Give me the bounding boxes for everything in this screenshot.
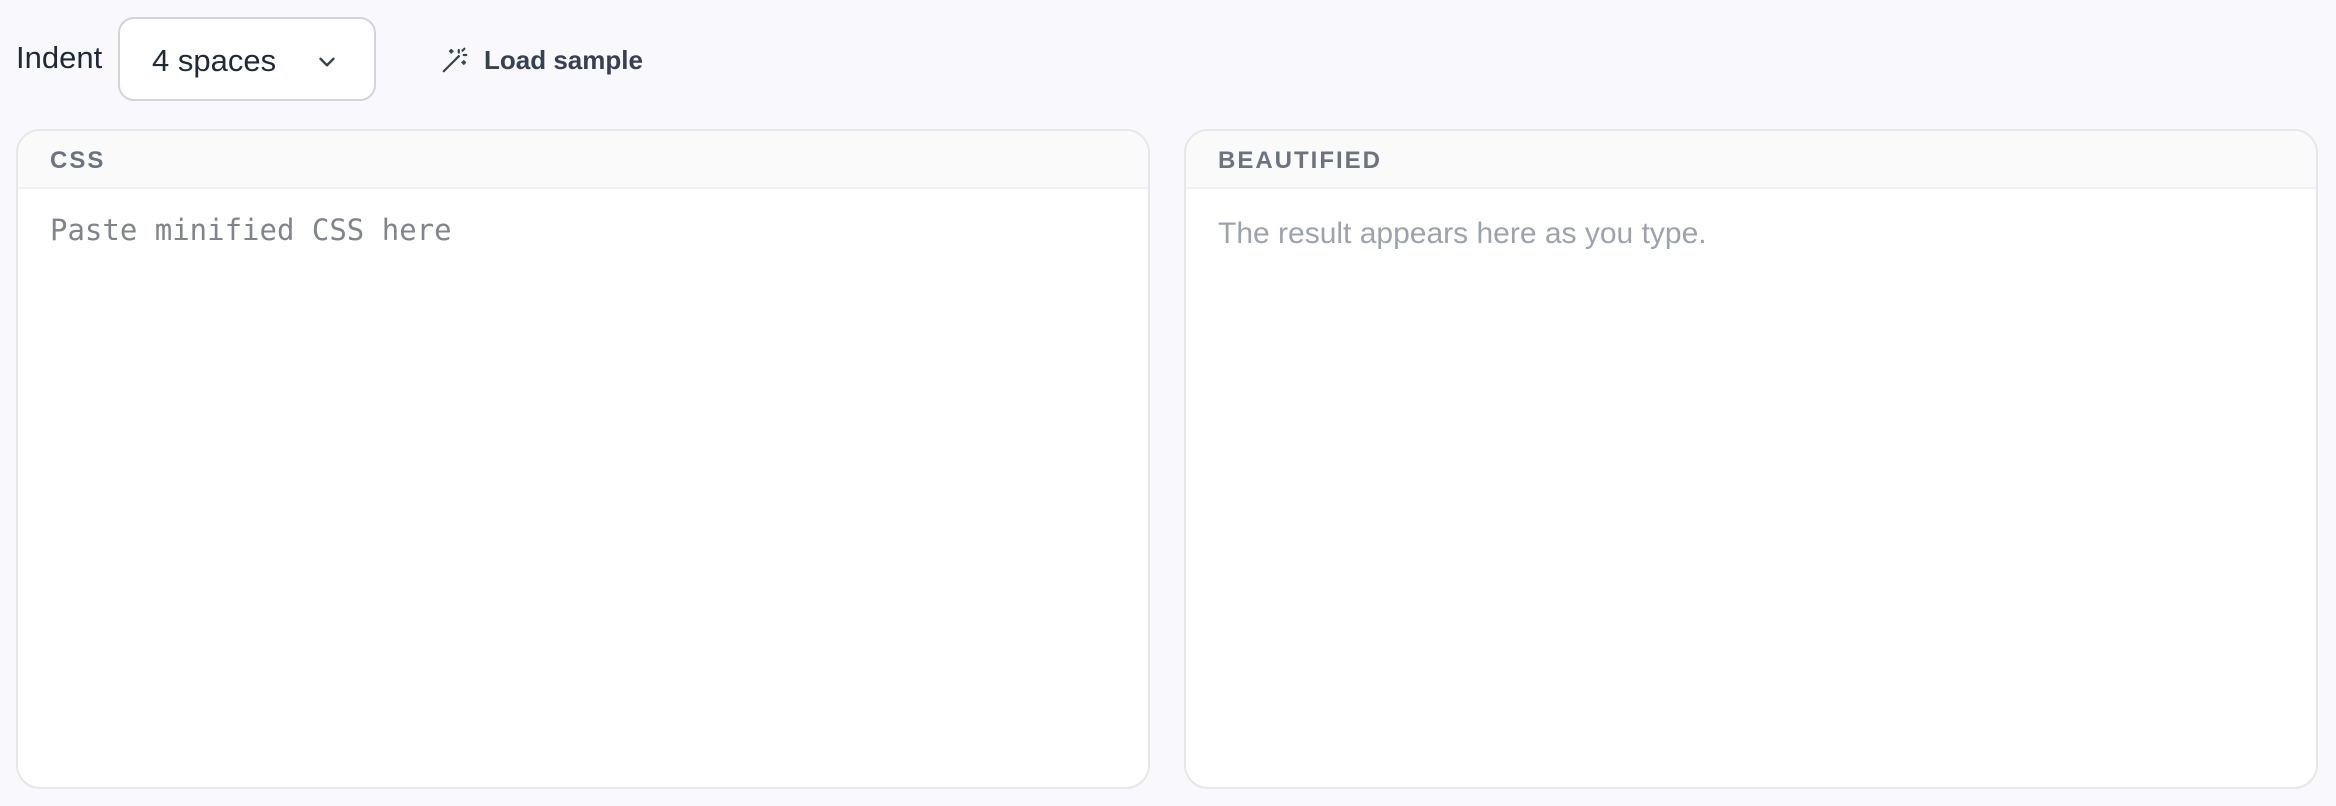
css-input[interactable] [18,189,1148,787]
beautified-panel-title: BEAUTIFIED [1218,147,1382,174]
magic-wand-icon [442,47,468,73]
css-panel-title: CSS [50,147,106,174]
indent-label: Indent [16,40,103,75]
load-sample-label: Load sample [484,44,643,75]
beautified-panel-header: BEAUTIFIED [1186,131,2316,189]
indent-select-value: 4 spaces [152,43,277,78]
beautified-output-panel: BEAUTIFIED The result appears here as yo… [1184,129,2318,789]
toolbar: Indent 4 spaces Load sample [0,0,2336,120]
chevron-down-icon [319,57,335,67]
result-placeholder: The result appears here as you type. [1218,217,1707,250]
css-input-panel: CSS [16,129,1150,789]
css-panel-header: CSS [18,131,1148,189]
indent-select[interactable]: 4 spaces [118,17,376,101]
load-sample-button[interactable]: Load sample [440,36,643,84]
